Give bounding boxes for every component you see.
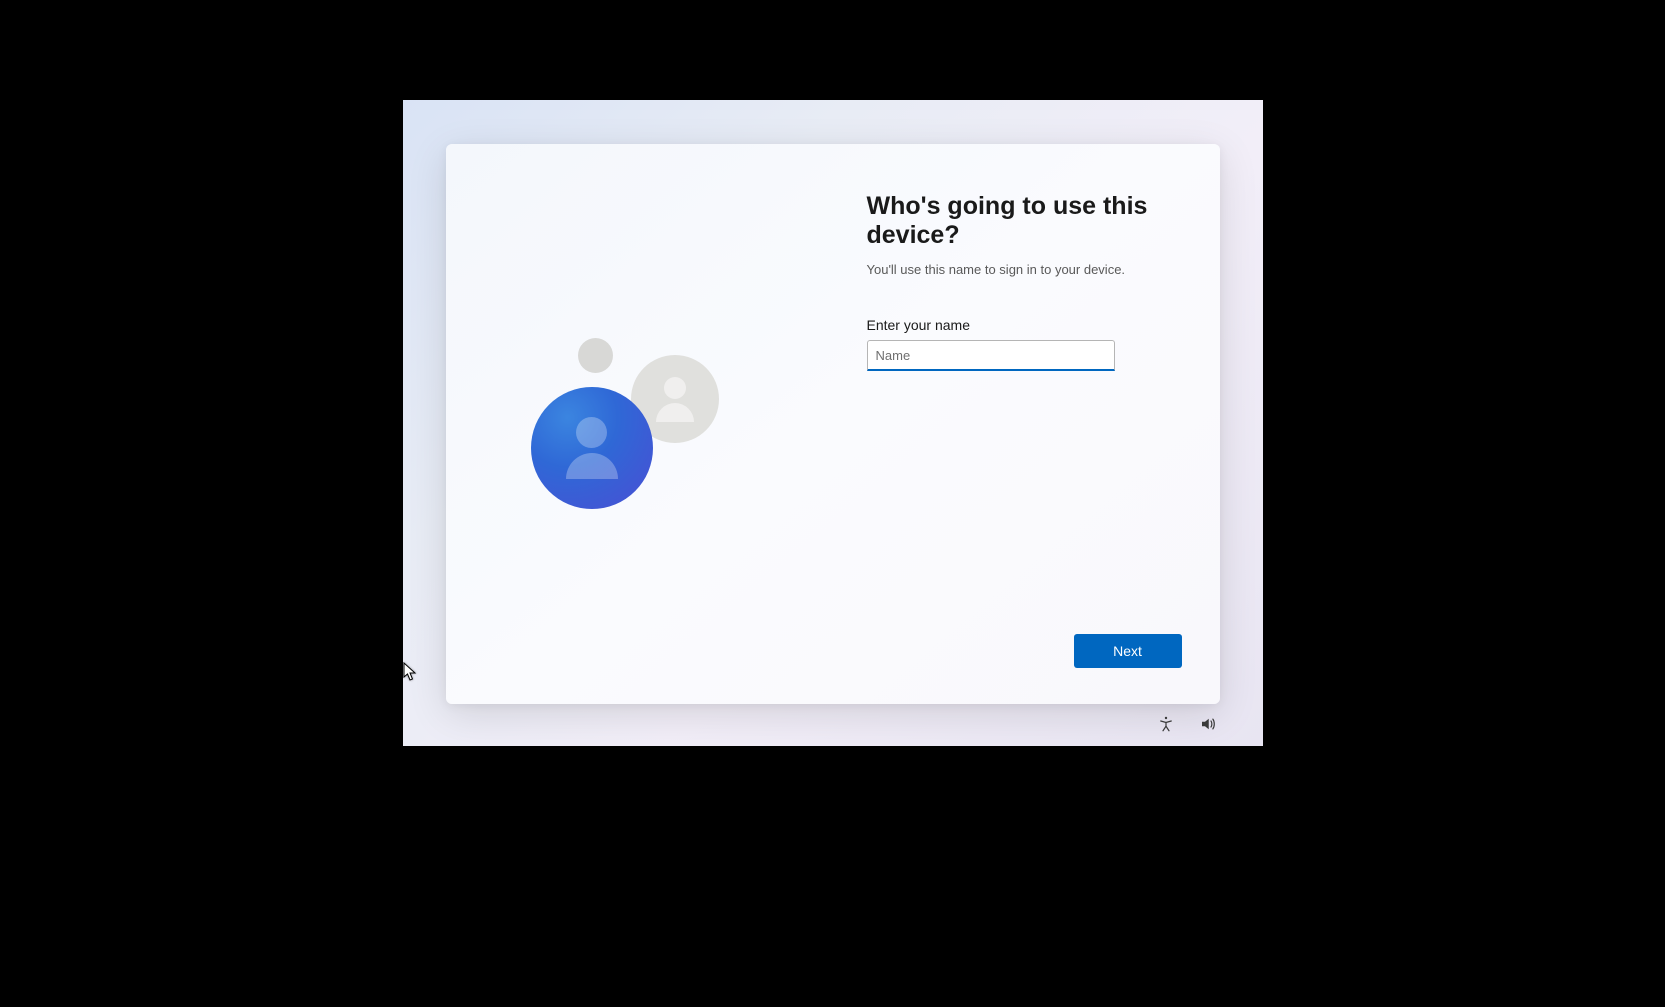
volume-icon[interactable]: [1198, 714, 1218, 734]
small-dot-accent: [578, 338, 613, 373]
user-avatar-illustration: [531, 334, 811, 534]
page-subtitle: You'll use this name to sign in to your …: [867, 262, 1180, 277]
name-field-label: Enter your name: [867, 317, 1180, 333]
page-title: Who's going to use this device?: [867, 192, 1180, 250]
setup-card: Who's going to use this device? You'll u…: [446, 144, 1220, 704]
blue-user-avatar-icon: [531, 387, 653, 509]
system-tray: [1156, 714, 1218, 734]
name-input[interactable]: [867, 340, 1115, 371]
oobe-screen: Who's going to use this device? You'll u…: [403, 100, 1263, 746]
form-pane: Who's going to use this device? You'll u…: [833, 144, 1220, 704]
mouse-cursor-icon: [403, 662, 417, 682]
next-button[interactable]: Next: [1074, 634, 1182, 668]
accessibility-icon[interactable]: [1156, 714, 1176, 734]
illustration-pane: [446, 144, 833, 704]
